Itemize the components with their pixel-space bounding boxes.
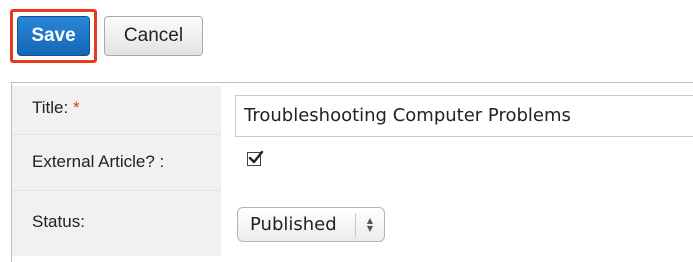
updown-arrows-icon: ▲ ▼ <box>366 215 374 233</box>
row-divider <box>12 190 221 191</box>
cancel-button[interactable]: Cancel <box>104 16 203 56</box>
status-select[interactable]: Published ▲ ▼ <box>237 207 385 242</box>
external-article-checkbox[interactable] <box>247 150 264 166</box>
title-label: Title: * <box>32 98 80 118</box>
title-input[interactable]: Troubleshooting Computer Problems <box>235 95 693 137</box>
save-button[interactable]: Save <box>17 16 90 56</box>
status-label: Status: <box>32 212 85 231</box>
required-marker: * <box>72 98 80 117</box>
checkmark-icon <box>248 150 264 164</box>
status-select-value: Published <box>250 214 337 235</box>
external-article-label: External Article? : <box>32 152 165 171</box>
title-label-text: Title: <box>32 98 69 117</box>
row-divider <box>12 134 221 135</box>
